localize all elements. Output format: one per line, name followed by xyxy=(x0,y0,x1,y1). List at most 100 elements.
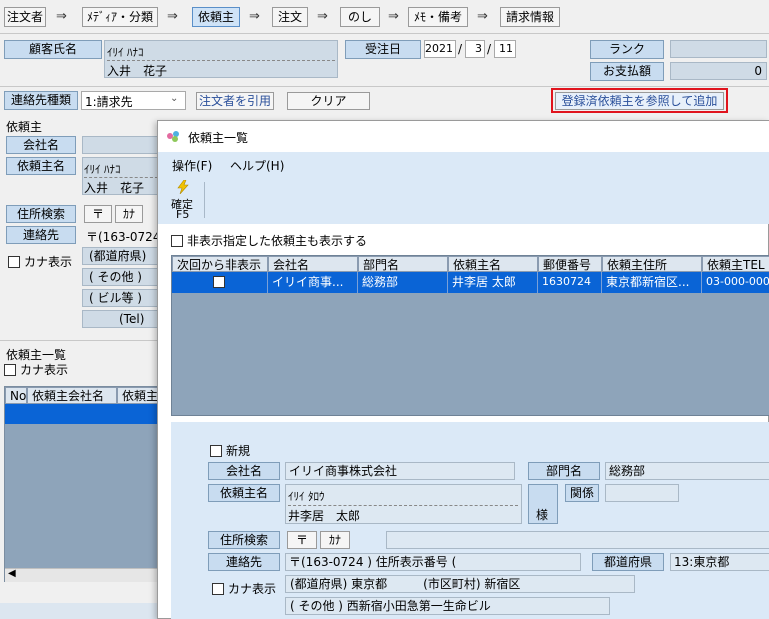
detail-requester-kana: ｲﾘｲ ﾀﾛｳ xyxy=(288,490,325,503)
detail-dept-label: 部門名 xyxy=(528,462,600,480)
requester-grid[interactable]: 次回から非表示 会社名 部門名 依頼主名 郵便番号 依頼主住所 依頼主TEL イ… xyxy=(171,255,769,416)
col-postal: 郵便番号 xyxy=(538,256,602,272)
dialog-menu-bar: 操作(F) ヘルプ(H) xyxy=(158,152,769,178)
date-sep: / xyxy=(487,42,492,56)
step-media-category[interactable]: ﾒﾃﾞｨｱ・分類 xyxy=(82,7,158,27)
kana-divider xyxy=(107,60,335,61)
step-arrow: ⇒ xyxy=(56,9,67,24)
order-year-input[interactable]: 2021 xyxy=(424,40,456,58)
detail-dept-field[interactable]: 総務部 xyxy=(605,462,769,480)
row-requester-name: 井李居 太郎 xyxy=(448,272,538,293)
row-postal: 1630724 xyxy=(538,272,602,293)
hide-next-checkbox[interactable] xyxy=(213,276,225,288)
detail-kana-search-button[interactable]: ｶﾅ xyxy=(320,531,350,549)
hide-next-cell[interactable] xyxy=(172,272,268,293)
customer-name-label: 顧客氏名 xyxy=(4,40,102,59)
left-postal-value: 〒(163-0724 xyxy=(86,230,161,244)
table-row[interactable]: イリイ商事... 総務部 井李居 太郎 1630724 東京都新宿区... 03… xyxy=(172,272,769,293)
confirm-button[interactable]: 確定 F5 xyxy=(166,179,200,221)
left-bottom-bar xyxy=(0,603,160,619)
show-hidden-checkbox[interactable] xyxy=(171,235,183,247)
step-noshi[interactable]: のし xyxy=(340,7,380,27)
detail-prefecture-label: 都道府県 xyxy=(592,553,664,571)
step-requester[interactable]: 依頼主 xyxy=(192,7,240,27)
step-arrow: ⇒ xyxy=(477,9,488,24)
detail-kana-display[interactable]: カナ表示 xyxy=(212,580,276,597)
left-col-company: 依頼主会社名 xyxy=(27,387,117,404)
left-prefecture-field[interactable]: (都道府県) xyxy=(82,247,160,265)
menu-help[interactable]: ヘルプ(H) xyxy=(230,157,284,174)
dialog-toolbar: 確定 F5 xyxy=(158,178,769,224)
toolbar-separator xyxy=(204,182,205,218)
left-kana-display[interactable]: カナ表示 xyxy=(8,253,72,270)
order-day-input[interactable]: 11 xyxy=(494,40,516,58)
left-company-field[interactable] xyxy=(82,136,160,154)
scroll-left-icon[interactable]: ◀ xyxy=(8,568,16,579)
step-order[interactable]: 注文 xyxy=(272,7,308,27)
detail-postal-search-button[interactable]: 〒 xyxy=(287,531,317,549)
contact-type-value: 1:請求先 xyxy=(85,95,133,109)
rank-field xyxy=(670,40,767,58)
col-requester-name: 依頼主名 xyxy=(448,256,538,272)
contact-type-select[interactable]: 1:請求先 ⌄ xyxy=(81,91,186,110)
row-dept: 総務部 xyxy=(358,272,448,293)
step-billing[interactable]: 請求情報 xyxy=(500,7,560,27)
requester-section-label: 依頼主 xyxy=(6,120,43,134)
detail-requester-field[interactable]: ｲﾘｲ ﾀﾛｳ 井李居 太郎 xyxy=(285,484,522,524)
detail-address-line[interactable]: (都道府県) 東京都 (市区町村) 新宿区 xyxy=(285,575,635,593)
detail-requester-label: 依頼主名 xyxy=(208,484,280,502)
list-kana-label: カナ表示 xyxy=(20,363,69,377)
detail-postal-line[interactable]: 〒(163-0724 ) 住所表示番号 ( ) xyxy=(285,553,581,571)
new-checkbox[interactable] xyxy=(210,445,222,457)
cite-orderer-button[interactable]: 注文者を引用 xyxy=(196,92,274,110)
lightning-icon xyxy=(177,179,189,197)
dialog-title-bar[interactable]: 依頼主一覧 xyxy=(158,121,769,152)
row-tel: 03-000-0000 xyxy=(706,275,769,288)
left-contact-label: 連絡先 xyxy=(6,226,76,244)
detail-company-field[interactable]: イリイ商事株式会社 xyxy=(285,462,515,480)
left-kana-search-button[interactable]: ｶﾅ xyxy=(115,205,143,223)
order-month-input[interactable]: 3 xyxy=(465,40,485,58)
honorific-text: 様 xyxy=(536,508,549,522)
detail-address-search-label: 住所検索 xyxy=(208,531,280,549)
left-requester-name: 入井 花子 xyxy=(84,181,145,195)
customer-name-field[interactable]: ｲﾘｲ ﾊﾅｺ 入井 花子 xyxy=(104,40,338,78)
left-requester-field[interactable]: ｲﾘｲ ﾊﾅｺ 入井 花子 xyxy=(82,157,160,195)
left-other-field[interactable]: ( その他 ) xyxy=(82,268,160,286)
left-col-no: No xyxy=(5,387,27,404)
left-list-kana[interactable]: カナ表示 xyxy=(4,361,68,378)
left-list-grid[interactable]: No 依頼主会社名 依頼主 ◀ xyxy=(4,386,161,582)
detail-relation-field[interactable] xyxy=(605,484,679,502)
left-divider xyxy=(0,340,160,341)
header-divider xyxy=(0,86,769,87)
kana-display-checkbox[interactable] xyxy=(8,256,20,268)
col-tel: 依頼主TEL xyxy=(702,256,769,272)
add-registered-requester-button[interactable]: 登録済依頼主を参照して追加 xyxy=(555,92,724,110)
menu-operation[interactable]: 操作(F) xyxy=(172,157,212,174)
left-postal-search-button[interactable]: 〒 xyxy=(84,205,112,223)
show-hidden-option[interactable]: 非表示指定した依頼主も表示する xyxy=(171,232,367,249)
left-building-field[interactable]: ( ビル等 ) xyxy=(82,289,160,307)
confirm-key: F5 xyxy=(176,208,190,221)
date-sep: / xyxy=(458,42,463,56)
left-address-search-label: 住所検索 xyxy=(6,205,76,223)
left-company-label: 会社名 xyxy=(6,136,76,154)
new-option[interactable]: 新規 xyxy=(210,442,250,459)
payment-label: お支払額 xyxy=(590,62,664,81)
left-tel-field[interactable]: (Tel) xyxy=(82,310,160,328)
payment-field: 0 xyxy=(670,62,767,80)
clear-button[interactable]: クリア xyxy=(287,92,370,110)
row-company: イリイ商事... xyxy=(268,272,358,293)
step-orderer[interactable]: 注文者 xyxy=(4,7,46,27)
step-memo[interactable]: ﾒﾓ・備考 xyxy=(408,7,468,27)
detail-contact-label: 連絡先 xyxy=(208,553,280,571)
detail-other-line[interactable]: ( その他 ) 西新宿小田急第一生命ビル xyxy=(285,597,610,615)
detail-search-input[interactable] xyxy=(386,531,769,549)
detail-kana-checkbox[interactable] xyxy=(212,583,224,595)
list-kana-checkbox[interactable] xyxy=(4,364,16,376)
col-hide-next: 次回から非表示 xyxy=(172,256,268,272)
app-icon xyxy=(166,129,180,143)
detail-prefecture-field[interactable]: 13:東京都 xyxy=(670,553,769,571)
left-scrollbar[interactable]: ◀ xyxy=(5,568,161,582)
left-selected-row[interactable] xyxy=(5,404,161,424)
